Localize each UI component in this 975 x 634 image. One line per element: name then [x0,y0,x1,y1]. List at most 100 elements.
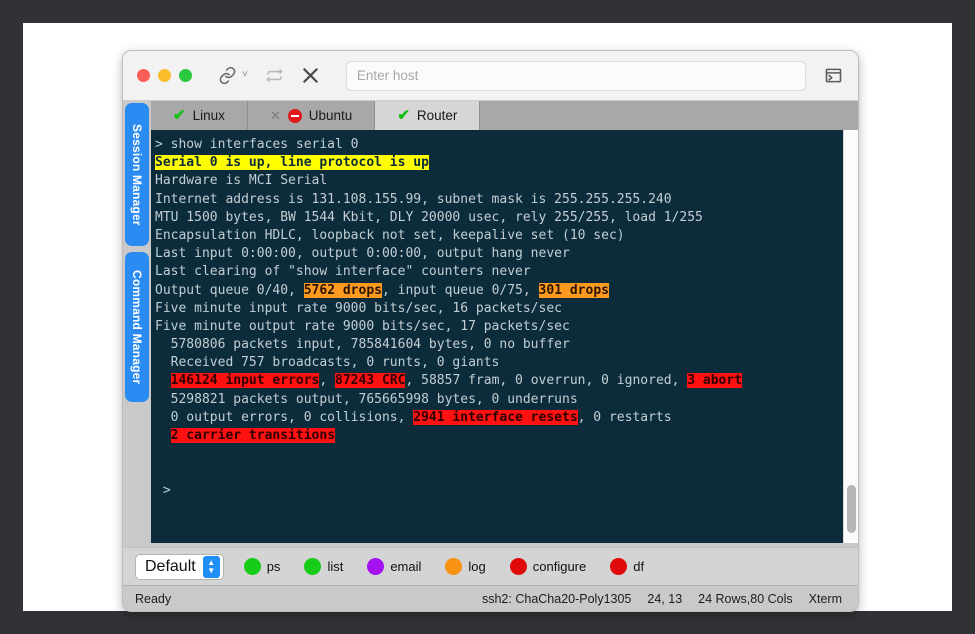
terminal-text: Output queue 0/40, [155,283,304,298]
terminal-line: 5298821 packets output, 765665998 bytes,… [155,391,843,409]
check-icon: ✔ [173,108,186,123]
status-dot-icon [244,558,261,575]
terminal-line: > show interfaces serial 0 [155,136,843,154]
terminal-line: 146124 input errors, 87243 CRC, 58857 fr… [155,372,843,390]
reconnect-icon[interactable] [262,63,288,89]
window-titlebar: ˅ [123,51,858,101]
quick-button-ps[interactable]: ps [244,558,281,575]
quick-button-label: ps [267,559,281,574]
status-ready-text: Ready [135,592,171,606]
terminal-text: , 58857 fram, 0 overrun, 0 ignored, [405,373,687,388]
quick-button-list[interactable]: list [304,558,343,575]
disconnected-icon [288,109,302,123]
terminal-line: Encapsulation HDLC, loopback not set, ke… [155,227,843,245]
terminal-text: Last input 0:00:00, output 0:00:00, outp… [155,246,570,261]
tab-router[interactable]: ✔ Router [375,101,480,130]
terminal-line: > [155,482,843,500]
vertical-tab-strip: Session Manager Command Manager [123,101,151,547]
terminal-text: Received 757 broadcasts, 0 runts, 0 gian… [155,355,499,370]
minimize-window-button[interactable] [158,69,171,82]
status-emulation: Xterm [809,592,842,606]
quick-buttons: ps list email log configure df [244,558,668,575]
status-dot-icon [610,558,627,575]
quick-button-label: df [633,559,644,574]
page-surface: ˅ [23,23,952,611]
terminal-highlight-red: 146124 input errors [171,373,320,388]
chevron-down-icon[interactable]: ˅ [242,70,248,82]
terminal-text: Last clearing of "show interface" counte… [155,264,531,279]
quick-button-label: list [327,559,343,574]
quick-button-configure[interactable]: configure [510,558,586,575]
device-frame: ˅ [0,0,975,634]
close-window-button[interactable] [137,69,150,82]
status-dot-icon [510,558,527,575]
quick-button-bar: Default ▲ ▼ ps list email log configure df [123,547,858,585]
terminal-text: > show interfaces serial 0 [155,137,359,152]
terminal-highlight-orange: 5762 drops [304,283,382,298]
quick-button-df[interactable]: df [610,558,644,575]
terminal-highlight-red: 3 abort [687,373,742,388]
terminal-highlight-red: 2 carrier transitions [171,428,335,443]
terminal-line: Output queue 0/40, 5762 drops, input que… [155,282,843,300]
terminal-area: > show interfaces serial 0 Serial 0 is up… [151,130,858,547]
terminal-text: Hardware is MCI Serial [155,173,327,188]
terminal-text: 0 output errors, 0 collisions, [155,410,413,425]
terminal-text: 5780806 packets input, 785841604 bytes, … [155,337,570,352]
link-icon[interactable] [214,63,240,89]
stepper-icon[interactable]: ▲ ▼ [203,556,220,578]
terminal-line: Internet address is 131.108.155.99, subn… [155,191,843,209]
terminal-text [155,373,171,388]
tab-ubuntu[interactable]: ✕ Ubuntu [248,101,375,130]
terminal-text: , input queue 0/75, [382,283,539,298]
status-dimensions: 24 Rows,80 Cols [698,592,793,606]
profile-label: Default [145,558,196,576]
terminal-output[interactable]: > show interfaces serial 0 Serial 0 is up… [151,130,843,543]
terminal-column: ✔ Linux ✕ Ubuntu ✔ Router [151,101,858,547]
scrollbar-thumb[interactable] [847,485,856,533]
tab-linux[interactable]: ✔ Linux [151,101,248,130]
terminal-line: 0 output errors, 0 collisions, 2941 inte… [155,409,843,427]
terminal-line: Five minute input rate 9000 bits/sec, 16… [155,300,843,318]
quick-button-label: email [390,559,421,574]
terminal-line: 2 carrier transitions [155,427,843,445]
close-icon[interactable] [298,63,324,89]
tabbar-filler [480,101,858,130]
terminal-text: Five minute input rate 9000 bits/sec, 16… [155,301,562,316]
traffic-light-buttons [137,69,192,82]
window-body: Session Manager Command Manager ✔ Linux … [123,101,858,547]
terminal-text [155,428,171,443]
close-icon[interactable]: ✕ [270,109,281,122]
host-input[interactable] [346,61,806,91]
terminal-highlight-red: 2941 interface resets [413,410,577,425]
connect-control-group[interactable]: ˅ [214,63,248,89]
terminal-text: Encapsulation HDLC, loopback not set, ke… [155,228,625,243]
quick-button-email[interactable]: email [367,558,421,575]
terminal-highlight-orange: 301 drops [539,283,609,298]
terminal-line: MTU 1500 bytes, BW 1544 Kbit, DLY 20000 … [155,209,843,227]
quick-button-log[interactable]: log [445,558,485,575]
terminal-line: Last clearing of "show interface" counte… [155,263,843,281]
status-dot-icon [304,558,321,575]
terminal-line: 5780806 packets input, 785841604 bytes, … [155,336,843,354]
terminal-highlight-yellow: Serial 0 is up, line protocol is up [155,155,429,170]
status-cipher: ssh2: ChaCha20-Poly1305 [482,592,631,606]
terminal-line: Five minute output rate 9000 bits/sec, 1… [155,318,843,336]
terminal-text: Internet address is 131.108.155.99, subn… [155,192,672,207]
status-cursor-position: 24, 13 [647,592,682,606]
terminal-line: Last input 0:00:00, output 0:00:00, outp… [155,245,843,263]
tab-label: Linux [193,108,225,123]
terminal-line: Serial 0 is up, line protocol is up [155,154,843,172]
tab-label: Ubuntu [309,108,353,123]
open-panel-icon[interactable] [820,63,846,89]
quick-button-label: configure [533,559,586,574]
terminal-highlight-red: 87243 CRC [335,373,405,388]
sidebar-item-command-manager[interactable]: Command Manager [125,252,149,402]
status-dot-icon [367,558,384,575]
button-bar-profile-select[interactable]: Default ▲ ▼ [135,554,224,580]
session-tabbar: ✔ Linux ✕ Ubuntu ✔ Router [151,101,858,130]
zoom-window-button[interactable] [179,69,192,82]
sidebar-item-session-manager[interactable]: Session Manager [125,103,149,246]
statusbar: Ready ssh2: ChaCha20-Poly1305 24, 13 24 … [123,585,858,611]
terminal-scrollbar[interactable] [843,130,858,543]
quick-button-label: log [468,559,485,574]
